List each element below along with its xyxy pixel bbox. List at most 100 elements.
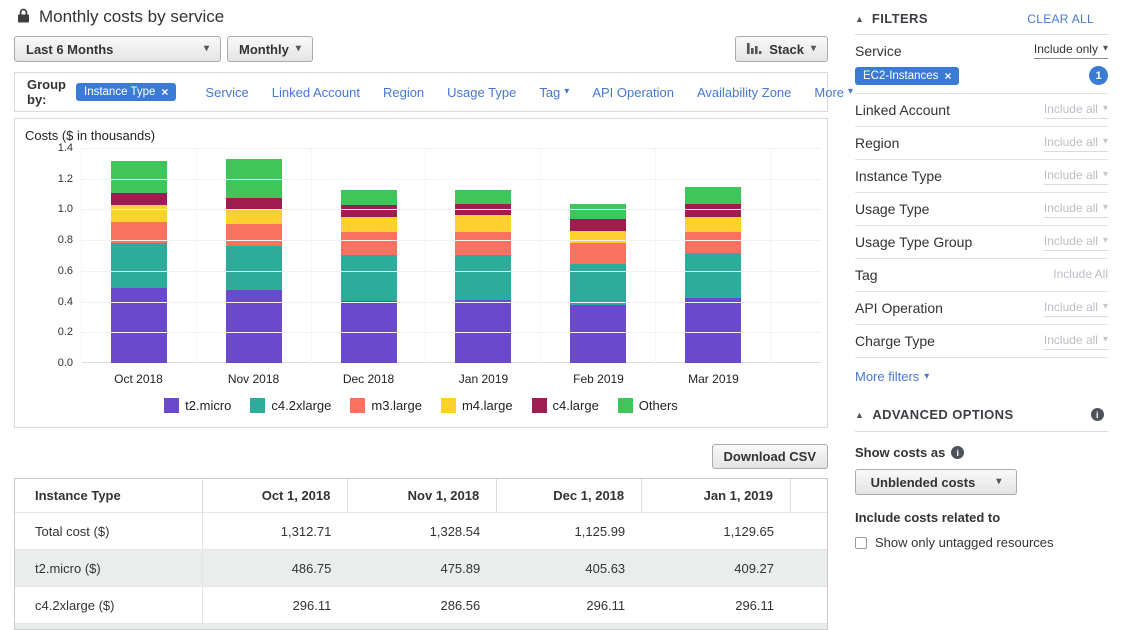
chart-x-labels: Oct 2018 Nov 2018 Dec 2018 Jan 2019 Feb 2019…	[81, 372, 771, 386]
info-icon[interactable]: i	[951, 446, 965, 459]
group-by-link-more[interactable]: More ▾	[814, 85, 853, 100]
filter-row-line: Tag Include All	[855, 260, 1108, 291]
bar-segment-m3.large[interactable]	[685, 231, 742, 253]
bar-segment-m3.large[interactable]	[570, 243, 627, 265]
table-body: Total cost ($) 1,312.71 1,328.54 1,125.99 1,…	[15, 512, 827, 629]
group-by-link-tag[interactable]: Tag ▾	[539, 85, 569, 100]
stacked-bar-feb-2019[interactable]	[570, 204, 627, 363]
granularity-dropdown[interactable]: Monthly ▾	[227, 36, 313, 62]
cell-value: 486.75	[291, 560, 332, 576]
group-by-link-api-operation[interactable]: API Operation	[592, 85, 674, 100]
bar-segment-c4.large[interactable]	[110, 193, 167, 206]
bar-segment-c4.2xlarge[interactable]	[225, 245, 282, 290]
filter-dropdown-region[interactable]: Include all ▾	[1043, 135, 1108, 152]
filters-header: ▲ FILTERS CLEAR ALL	[855, 0, 1108, 35]
filter-label: Instance Type	[855, 168, 942, 184]
filter-chip-ec2-instances[interactable]: EC2-Instances ×	[855, 66, 960, 85]
more-filters-label: More filters	[855, 369, 920, 384]
group-by-active-chip[interactable]: Instance Type ×	[76, 83, 177, 101]
bar-segment-others[interactable]	[455, 189, 512, 205]
chart-slots	[81, 148, 771, 363]
filter-dropdown-linked-account[interactable]: Include all ▾	[1043, 101, 1108, 119]
stacked-bar-mar-2019[interactable]	[685, 187, 742, 363]
show-costs-as-dropdown[interactable]: Unblended costs ▾	[855, 469, 1017, 495]
bar-segment-others[interactable]	[110, 161, 167, 194]
filter-row-line: Service Include only ▾	[855, 35, 1108, 66]
filter-row-line: Charge Type Include all ▾	[855, 326, 1108, 357]
chevron-down-icon: ▾	[810, 43, 816, 54]
report-header: Monthly costs by service	[17, 7, 224, 27]
filter-dropdown-api-operation[interactable]: Include all ▾	[1043, 300, 1108, 317]
gridline	[81, 178, 821, 180]
download-csv-button[interactable]: Download CSV	[711, 444, 828, 469]
chart-slot-oct-2018	[81, 148, 196, 363]
group-by-link-service[interactable]: Service	[205, 85, 248, 100]
bar-segment-t2.micro[interactable]	[570, 305, 627, 363]
bar-segment-c4.large[interactable]	[685, 204, 742, 218]
lock-icon	[17, 8, 30, 26]
filter-row-tag: Tag Include All	[855, 259, 1108, 292]
chevron-down-icon: ▾	[848, 86, 854, 97]
bar-segment-others[interactable]	[685, 187, 742, 205]
info-icon[interactable]: i	[1091, 408, 1104, 421]
legend-swatch	[250, 398, 266, 413]
filter-dropdown-usage-type-group[interactable]: Include all ▾	[1043, 234, 1108, 251]
bar-segment-m4.large[interactable]	[570, 231, 627, 244]
untagged-checkbox[interactable]	[855, 536, 867, 549]
bar-chart-icon	[747, 42, 762, 57]
filter-dropdown-service[interactable]: Include only ▾	[1033, 42, 1108, 59]
clear-all-link[interactable]: CLEAR ALL	[1027, 12, 1094, 26]
filter-dropdown-instance-type[interactable]: Include all ▾	[1043, 168, 1108, 185]
bar-segment-c4.large[interactable]	[340, 205, 397, 218]
cell-value: 296.11	[292, 597, 332, 613]
filter-row-line: Instance Type Include all ▾	[855, 161, 1108, 192]
cell-value: 1,125.99	[574, 523, 626, 539]
chart-type-dropdown[interactable]: Stack ▾	[735, 36, 828, 62]
bar-segment-m4.large[interactable]	[110, 205, 167, 223]
remove-filter-icon[interactable]: ×	[161, 86, 168, 98]
chart-slot-nov-2018	[195, 148, 311, 363]
bar-segment-m3.large[interactable]	[455, 231, 512, 255]
bar-segment-others[interactable]	[570, 204, 627, 220]
chevron-down-icon: ▾	[564, 86, 570, 97]
group-by-link-usage-type[interactable]: Usage Type	[447, 85, 516, 100]
group-by-link-region[interactable]: Region	[383, 85, 424, 100]
row-label: Total cost ($)	[15, 513, 204, 549]
bar-segment-others[interactable]	[340, 190, 397, 206]
filter-dropdown-usage-type[interactable]: Include all ▾	[1043, 201, 1108, 218]
group-by-link-linked-account[interactable]: Linked Account	[272, 85, 360, 100]
filter-row-line: Usage Type Group Include all ▾	[855, 227, 1108, 258]
bar-segment-m4.large[interactable]	[455, 215, 512, 232]
bar-segment-m3.large[interactable]	[340, 232, 397, 256]
filter-dropdown-charge-type[interactable]: Include all ▾	[1043, 332, 1108, 350]
legend-label: c4.2xlarge	[271, 398, 332, 413]
collapse-advanced-icon[interactable]: ▲	[855, 410, 864, 420]
filter-dropdown-value: Include all	[1043, 101, 1098, 116]
bar-segment-c4.2xlarge[interactable]	[685, 252, 742, 298]
bar-segment-c4.large[interactable]	[570, 219, 627, 232]
remove-filter-icon[interactable]: ×	[944, 70, 951, 82]
collapse-filters-icon[interactable]: ▲	[855, 14, 864, 24]
bar-segment-m4.large[interactable]	[685, 217, 742, 232]
chart-legend: t2.micro c4.2xlarge m3.large m4.large c4.lar…	[15, 398, 827, 413]
x-axis-label: Oct 2018	[114, 372, 163, 386]
group-by-active-label: Instance Type	[84, 86, 156, 98]
group-by-link-availability-zone[interactable]: Availability Zone	[697, 85, 791, 100]
bar-segment-m3.large[interactable]	[225, 224, 282, 246]
bar-segment-m4.large[interactable]	[225, 210, 282, 225]
y-tick-label: 0.0	[57, 357, 73, 369]
date-range-dropdown[interactable]: Last 6 Months ▾	[14, 36, 221, 62]
bar-segment-c4.large[interactable]	[225, 198, 282, 211]
bar-segment-t2.micro[interactable]	[110, 288, 167, 363]
filter-count-badge: 1	[1089, 66, 1108, 85]
stacked-bar-jan-2019[interactable]	[455, 189, 512, 363]
stacked-bar-dec-2018[interactable]	[340, 190, 397, 363]
chart-slot-feb-2019	[540, 148, 655, 363]
bar-segment-m4.large[interactable]	[340, 217, 397, 233]
bar-segment-c4.2xlarge[interactable]	[340, 255, 397, 301]
more-filters-link[interactable]: More filters ▾	[855, 358, 929, 394]
bar-segment-c4.2xlarge[interactable]	[455, 254, 512, 301]
filter-dropdown-value: Include all	[1043, 332, 1098, 347]
bar-segment-c4.2xlarge[interactable]	[110, 242, 167, 289]
bar-segment-t2.micro[interactable]	[685, 298, 742, 363]
